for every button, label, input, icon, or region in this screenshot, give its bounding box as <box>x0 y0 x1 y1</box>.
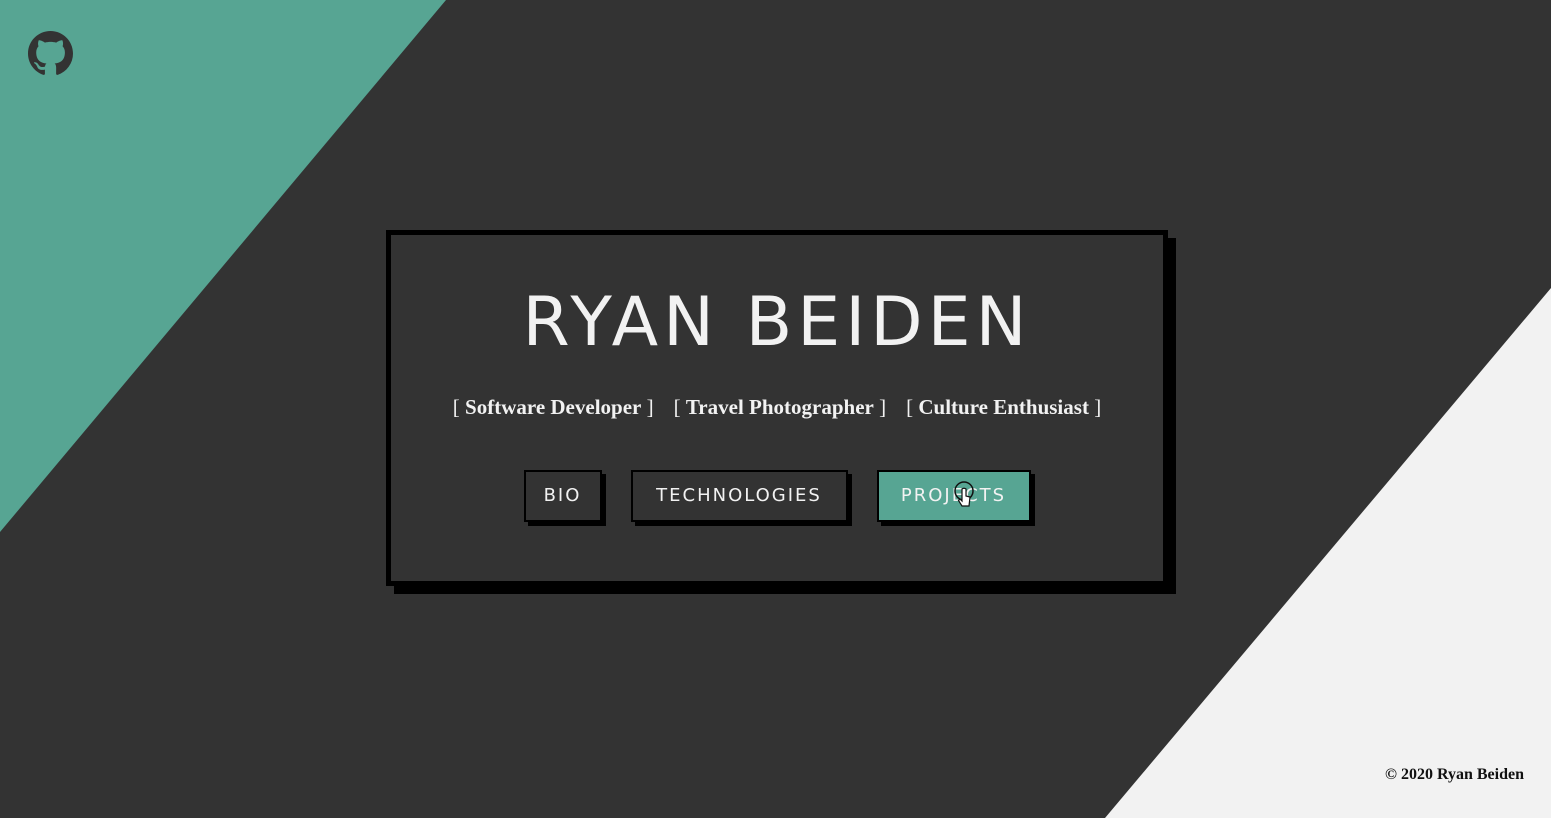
bracket-close: ] <box>879 395 887 419</box>
role-label: Culture Enthusiast <box>918 395 1089 419</box>
copyright: © 2020 Ryan Beiden <box>1385 766 1524 783</box>
bracket-open: [ <box>673 395 681 419</box>
role-software-developer: [ Software Developer ] <box>453 395 654 420</box>
bracket-close: ] <box>1094 395 1102 419</box>
bracket-open: [ <box>906 395 914 419</box>
accent-triangle <box>0 0 446 532</box>
light-triangle <box>1105 288 1551 818</box>
bracket-close: ] <box>646 395 654 419</box>
role-culture-enthusiast: [ Culture Enthusiast ] <box>906 395 1101 420</box>
projects-button[interactable]: PROJECTS <box>876 470 1031 522</box>
github-icon <box>28 31 73 75</box>
nav-buttons: BIO TECHNOLOGIES PROJECTS <box>391 470 1163 522</box>
hero-card: RYAN BEIDEN [ Software Developer ] [ Tra… <box>386 230 1168 586</box>
github-link[interactable] <box>28 31 73 76</box>
roles-list: [ Software Developer ] [ Travel Photogra… <box>391 395 1163 420</box>
role-label: Travel Photographer <box>685 395 874 419</box>
role-travel-photographer: [ Travel Photographer ] <box>674 395 887 420</box>
bio-button[interactable]: BIO <box>523 470 602 522</box>
bracket-open: [ <box>452 395 460 419</box>
technologies-button[interactable]: TECHNOLOGIES <box>630 470 848 522</box>
role-label: Software Developer <box>465 395 642 419</box>
page-title: RYAN BEIDEN <box>522 283 1032 362</box>
